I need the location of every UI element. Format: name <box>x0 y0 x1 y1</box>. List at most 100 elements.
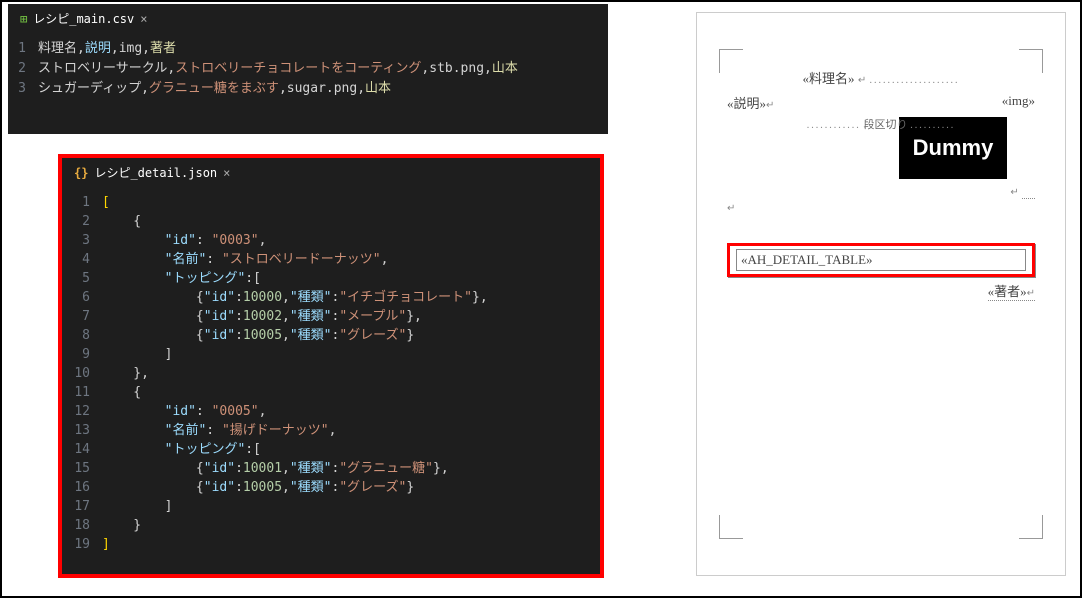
json-text: "トッピング":[ <box>102 440 261 459</box>
csv-tab[interactable]: ⊞ レシピ_main.csv × <box>8 4 160 33</box>
json-line[interactable]: 17 ] <box>62 497 600 516</box>
line-number: 10 <box>62 364 102 383</box>
json-line[interactable]: 13 "名前": "揚げドーナッツ", <box>62 421 600 440</box>
json-line[interactable]: 10 }, <box>62 364 600 383</box>
line-number: 9 <box>62 345 102 364</box>
para-mark-icon: ↵ <box>766 100 774 111</box>
json-line[interactable]: 7 {"id":10002,"種類":"メープル"}, <box>62 307 600 326</box>
json-content[interactable]: 1[2 {3 "id": "0003",4 "名前": "ストロベリードーナッツ… <box>62 187 600 560</box>
crop-mark-br <box>1019 515 1043 539</box>
line-number: 16 <box>62 478 102 497</box>
para-mark-icon: ↵ <box>858 75 866 86</box>
json-text: {"id":10005,"種類":"グレーズ"} <box>102 478 414 497</box>
detail-table-highlight: «AH_DETAIL_TABLE» <box>727 243 1035 277</box>
json-editor: {} レシピ_detail.json × 1[2 {3 "id": "0003"… <box>58 154 604 578</box>
json-text: {"id":10005,"種類":"グレーズ"} <box>102 326 414 345</box>
json-line[interactable]: 14 "トッピング":[ <box>62 440 600 459</box>
line-number: 8 <box>62 326 102 345</box>
json-line[interactable]: 12 "id": "0005", <box>62 402 600 421</box>
crop-mark-bl <box>719 515 743 539</box>
json-text: "トッピング":[ <box>102 269 261 288</box>
json-text: ] <box>102 497 172 516</box>
json-line[interactable]: 2 { <box>62 212 600 231</box>
description-field: «説明» <box>727 96 766 111</box>
line-number: 3 <box>8 79 38 99</box>
img-field: «img» <box>1002 93 1035 108</box>
line-number: 1 <box>8 39 38 59</box>
csv-line[interactable]: 1料理名,説明,img,著者 <box>8 39 608 59</box>
line-number: 4 <box>62 250 102 269</box>
csv-tab-name: レシピ_main.csv <box>33 10 134 27</box>
line-number: 19 <box>62 535 102 554</box>
line-number: 18 <box>62 516 102 535</box>
json-line[interactable]: 9 ] <box>62 345 600 364</box>
json-line[interactable]: 19] <box>62 535 600 554</box>
close-icon[interactable]: × <box>140 12 147 26</box>
line-number: 14 <box>62 440 102 459</box>
json-text: } <box>102 516 141 535</box>
csv-text: ストロベリーサークル,ストロベリーチョコレートをコーティング,stb.png,山… <box>38 59 518 79</box>
json-text: "id": "0003", <box>102 231 266 250</box>
json-line[interactable]: 4 "名前": "ストロベリードーナッツ", <box>62 250 600 269</box>
json-text: "id": "0005", <box>102 402 266 421</box>
line-number: 5 <box>62 269 102 288</box>
json-text: {"id":10001,"種類":"グラニュー糖"}, <box>102 459 449 478</box>
json-tab[interactable]: {} レシピ_detail.json × <box>62 158 242 187</box>
doc-fields-row: «説明»↵ «img» <box>727 93 1035 112</box>
csv-line[interactable]: 3シュガーディップ,グラニュー糖をまぶす,sugar.png,山本 <box>8 79 608 99</box>
json-text: "名前": "揚げドーナッツ", <box>102 421 336 440</box>
json-tab-name: レシピ_detail.json <box>94 164 217 181</box>
document-template: «料理名» ↵ .................... «説明»↵ «img»… <box>696 12 1066 576</box>
json-text: ] <box>102 535 110 554</box>
img-bottom-mark: ↵ <box>727 183 1035 199</box>
line-number: 7 <box>62 307 102 326</box>
json-line[interactable]: 15 {"id":10001,"種類":"グラニュー糖"}, <box>62 459 600 478</box>
dotted-line: .................... <box>869 75 959 86</box>
csv-text: 料理名,説明,img,著者 <box>38 39 176 59</box>
line-number: 2 <box>8 59 38 79</box>
csv-content[interactable]: 1料理名,説明,img,著者2ストロベリーサークル,ストロベリーチョコレートをコ… <box>8 33 608 105</box>
csv-line[interactable]: 2ストロベリーサークル,ストロベリーチョコレートをコーティング,stb.png,… <box>8 59 608 79</box>
line-number: 11 <box>62 383 102 402</box>
author-field-row: «著者»↵ <box>988 281 1035 301</box>
line-number: 2 <box>62 212 102 231</box>
para-mark-icon: ↵ <box>1027 288 1035 299</box>
json-text: ] <box>102 345 172 364</box>
json-text: {"id":10000,"種類":"イチゴチョコレート"}, <box>102 288 488 307</box>
json-line[interactable]: 6 {"id":10000,"種類":"イチゴチョコレート"}, <box>62 288 600 307</box>
csv-editor: ⊞ レシピ_main.csv × 1料理名,説明,img,著者2ストロベリーサー… <box>8 4 608 134</box>
json-text: { <box>102 383 141 402</box>
json-line[interactable]: 1[ <box>62 193 600 212</box>
json-text: {"id":10002,"種類":"メープル"}, <box>102 307 422 326</box>
line-number: 17 <box>62 497 102 516</box>
crop-mark-tr <box>1019 49 1043 73</box>
csv-text: シュガーディップ,グラニュー糖をまぶす,sugar.png,山本 <box>38 79 391 99</box>
json-line[interactable]: 8 {"id":10005,"種類":"グレーズ"} <box>62 326 600 345</box>
line-number: 13 <box>62 421 102 440</box>
doc-title-row: «料理名» ↵ .................... <box>727 68 1035 87</box>
json-line[interactable]: 11 { <box>62 383 600 402</box>
dish-name-field: «料理名» <box>803 71 855 86</box>
line-number: 1 <box>62 193 102 212</box>
json-line[interactable]: 16 {"id":10005,"種類":"グレーズ"} <box>62 478 600 497</box>
author-field: «著者» <box>988 284 1027 299</box>
csv-file-icon: ⊞ <box>20 12 27 26</box>
json-line[interactable]: 5 "トッピング":[ <box>62 269 600 288</box>
section-break-label: 段区切り <box>864 119 908 131</box>
json-text: "名前": "ストロベリードーナッツ", <box>102 250 388 269</box>
para-mark-icon: ↵ <box>727 203 735 214</box>
close-icon[interactable]: × <box>223 166 230 180</box>
json-text: { <box>102 212 141 231</box>
json-line[interactable]: 18 } <box>62 516 600 535</box>
line-number: 6 <box>62 288 102 307</box>
line-number: 12 <box>62 402 102 421</box>
detail-table-field: «AH_DETAIL_TABLE» <box>736 249 1026 271</box>
crop-mark-tl <box>719 49 743 73</box>
line-number: 3 <box>62 231 102 250</box>
json-line[interactable]: 3 "id": "0003", <box>62 231 600 250</box>
dotted-line: ............ <box>807 120 861 131</box>
json-file-icon: {} <box>74 166 88 180</box>
dotted-line: .......... <box>910 120 955 131</box>
line-number: 15 <box>62 459 102 478</box>
json-text: [ <box>102 193 110 212</box>
